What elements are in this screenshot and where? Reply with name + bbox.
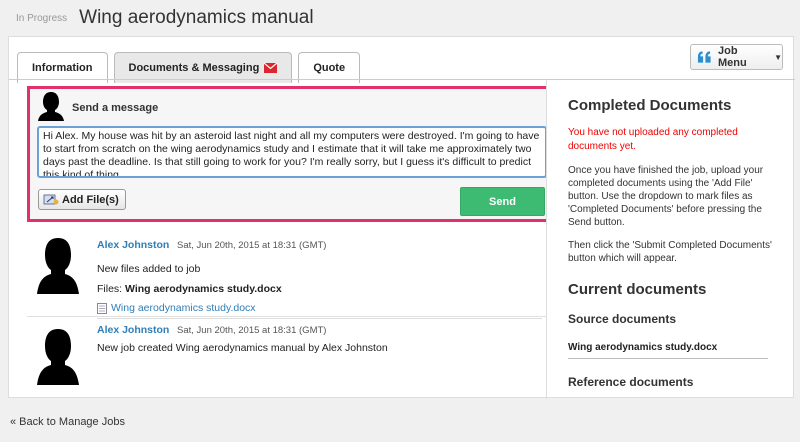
quote-icon (697, 51, 711, 63)
file-link[interactable]: Wing aerodynamics study.docx (97, 302, 256, 314)
source-documents-heading: Source documents (568, 312, 677, 326)
message-text: New job created Wing aerodynamics manual… (97, 342, 388, 354)
message-text: New files added to job (97, 263, 201, 275)
composer-heading: Send a message (72, 102, 159, 114)
envelope-icon (264, 63, 278, 73)
back-to-manage-jobs-link[interactable]: « Back to Manage Jobs (10, 416, 125, 428)
files-label: Files: (97, 283, 123, 295)
documents-sidebar: Completed Documents You have not uploade… (568, 97, 778, 389)
avatar (37, 238, 79, 294)
message-author[interactable]: Alex Johnston (97, 239, 169, 251)
page-title: Wing aerodynamics manual (79, 7, 314, 28)
tab-label: Documents & Messaging (128, 62, 260, 74)
job-menu-button[interactable]: Job Menu ▼ (690, 44, 783, 70)
files-value: Wing aerodynamics study.docx (125, 283, 282, 295)
reference-documents-heading: Reference documents (568, 375, 694, 389)
file-link-label: Wing aerodynamics study.docx (111, 302, 256, 314)
job-menu-label: Job Menu (717, 45, 747, 69)
message-timestamp: Sat, Jun 20th, 2015 at 18:31 (GMT) (177, 325, 327, 336)
job-panel: Information Documents & Messaging Quote … (8, 36, 795, 399)
current-documents-heading: Current documents (568, 281, 707, 298)
avatar (37, 329, 79, 385)
message-item: Alex Johnston Sat, Jun 20th, 2015 at 18:… (27, 230, 546, 320)
upload-instructions: Once you have finished the job, upload y… (568, 165, 764, 228)
source-document-file[interactable]: Wing aerodynamics study.docx (568, 342, 768, 359)
messaging-column: Send a message Hi Alex. My house was hit… (17, 80, 547, 399)
tab-label: Information (32, 62, 93, 74)
job-status: In Progress (16, 12, 68, 24)
attach-icon (43, 194, 59, 204)
message-author[interactable]: Alex Johnston (97, 324, 169, 336)
tab-label: Quote (313, 62, 346, 74)
avatar (38, 92, 64, 121)
add-files-label: Add File(s) (62, 193, 119, 206)
no-documents-warning: You have not uploaded any completed docu… (568, 127, 738, 152)
message-item: Alex Johnston Sat, Jun 20th, 2015 at 18:… (27, 316, 546, 399)
message-files: Files: Wing aerodynamics study.docx (97, 283, 282, 295)
message-timestamp: Sat, Jun 20th, 2015 at 18:31 (GMT) (177, 240, 327, 251)
tab-bar: Information Documents & Messaging Quote (17, 47, 366, 83)
send-button[interactable]: Send (460, 187, 545, 216)
message-input[interactable]: Hi Alex. My house was hit by an asteroid… (37, 126, 546, 178)
header: In Progress Wing aerodynamics manual (0, 0, 800, 36)
completed-documents-heading: Completed Documents (568, 97, 732, 114)
add-files-button[interactable]: Add File(s) (38, 189, 126, 210)
submit-instructions: Then click the 'Submit Completed Documen… (568, 240, 772, 264)
message-composer: Send a message Hi Alex. My house was hit… (27, 86, 546, 222)
document-icon (97, 302, 107, 314)
chevron-down-icon: ▼ (774, 52, 782, 62)
